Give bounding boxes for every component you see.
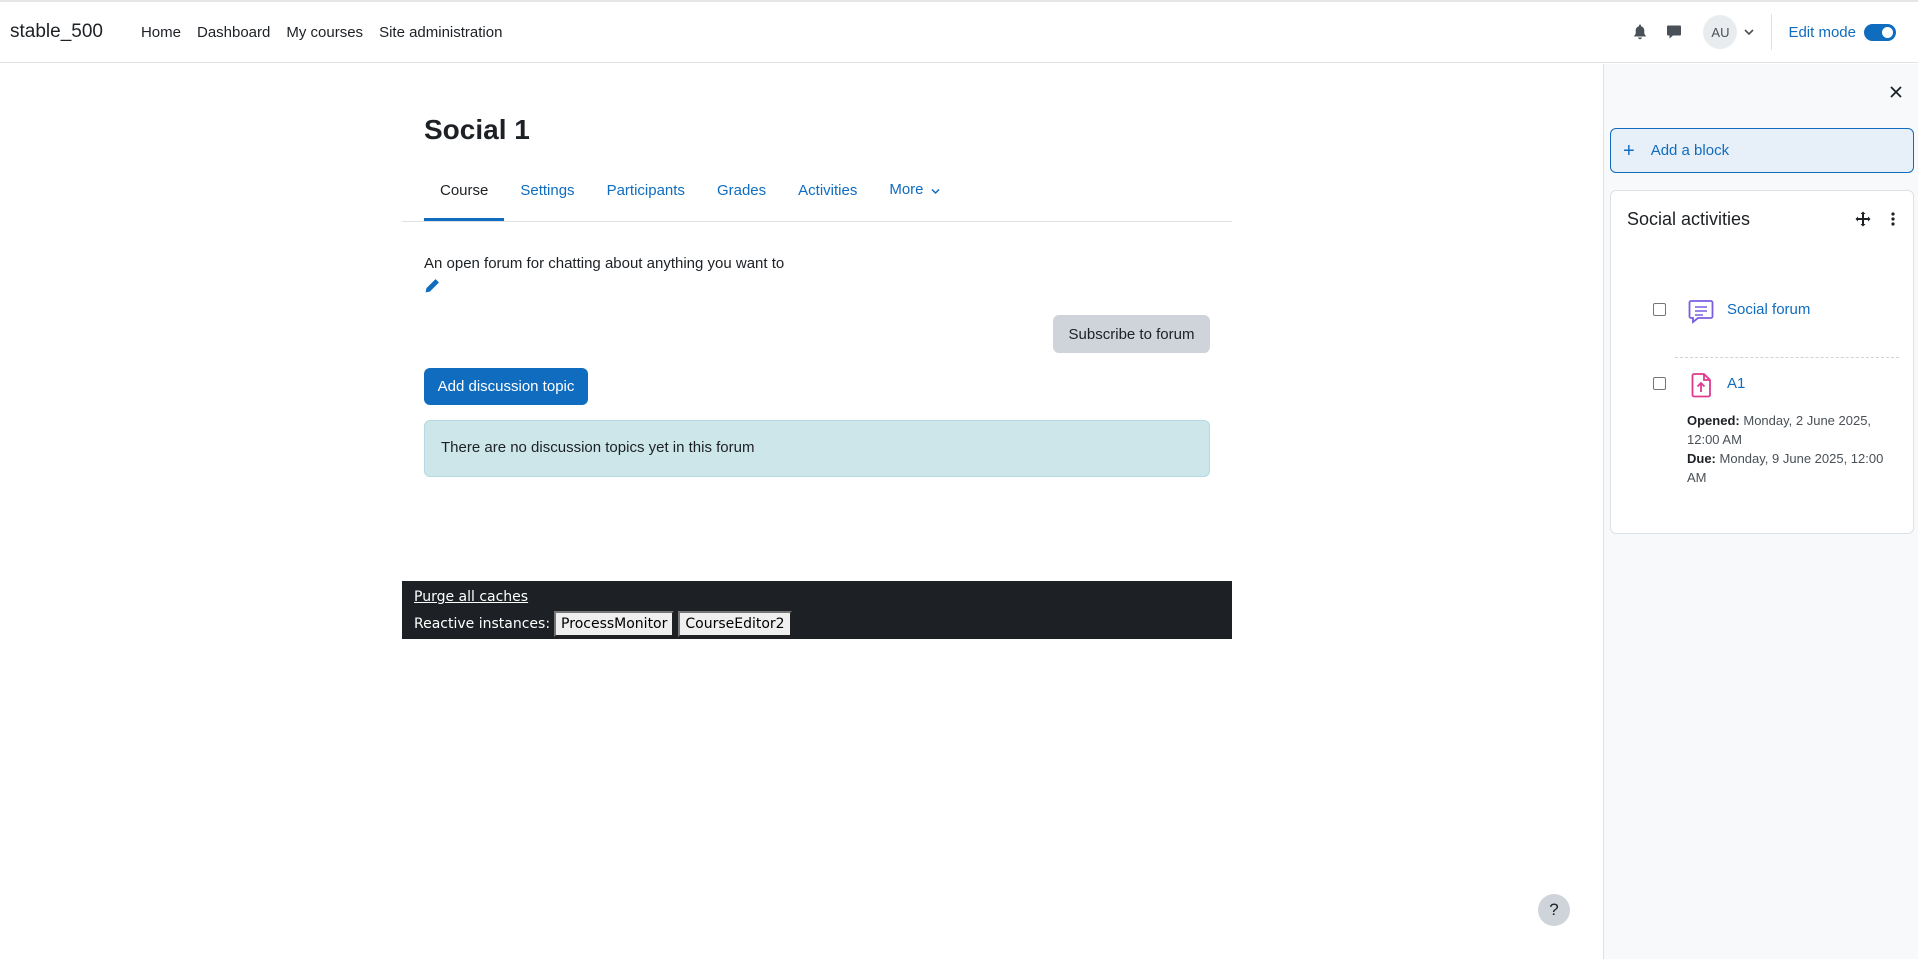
tab-more[interactable]: More — [873, 181, 955, 221]
due-date: Due: Monday, 9 June 2025, 12:00 AM — [1687, 449, 1897, 487]
add-a-block-button[interactable]: + Add a block — [1610, 128, 1914, 173]
social-activities-block: Social activities Social forum A1 Opened… — [1610, 190, 1914, 534]
user-avatar[interactable]: AU — [1703, 15, 1738, 49]
process-monitor-button[interactable]: ProcessMonitor — [554, 611, 675, 637]
close-drawer-icon[interactable] — [1886, 82, 1906, 102]
nav-site-administration[interactable]: Site administration — [371, 24, 510, 41]
activity-select-checkbox[interactable] — [1653, 377, 1666, 390]
tab-more-label: More — [889, 181, 924, 199]
block-actions-kebab-icon[interactable] — [1885, 211, 1903, 229]
reactive-instances-row: Reactive instances: ProcessMonitor Cours… — [414, 611, 1220, 637]
messages-chat-icon[interactable] — [1659, 17, 1689, 47]
a1-assignment-link[interactable]: A1 — [1727, 375, 1745, 392]
navbar-divider — [1771, 14, 1773, 50]
activity-separator — [1675, 357, 1899, 358]
opened-date: Opened: Monday, 2 June 2025, 12:00 AM — [1687, 411, 1897, 449]
block-title: Social activities — [1627, 209, 1751, 229]
subscribe-to-forum-button[interactable]: Subscribe to forum — [1053, 315, 1210, 353]
due-label: Due: — [1687, 451, 1716, 466]
add-a-block-label: Add a block — [1650, 142, 1730, 159]
tab-course[interactable]: Course — [424, 182, 505, 221]
forum-icon — [1687, 297, 1715, 325]
move-arrows-icon[interactable] — [1855, 211, 1873, 229]
no-topics-notice: There are no discussion topics yet in th… — [424, 420, 1210, 477]
nav-dashboard[interactable]: Dashboard — [189, 24, 278, 41]
activity-select-checkbox[interactable] — [1653, 303, 1666, 316]
tab-participants[interactable]: Participants — [591, 182, 701, 221]
primary-navigation: Home Dashboard My courses Site administr… — [133, 24, 511, 41]
tab-activities[interactable]: Activities — [782, 182, 873, 221]
user-menu-chevron-down-icon[interactable] — [1739, 22, 1759, 42]
due-value: Monday, 9 June 2025, 12:00 AM — [1687, 451, 1884, 485]
assignment-upload-icon — [1687, 371, 1715, 399]
forum-intro: An open forum for chatting about anythin… — [424, 255, 785, 272]
course-editor2-button[interactable]: CourseEditor2 — [678, 611, 792, 637]
opened-label: Opened: — [1687, 413, 1740, 428]
reactive-instances-label: Reactive instances: — [414, 616, 551, 632]
notifications-bell-icon[interactable] — [1625, 17, 1655, 47]
site-brand[interactable]: stable_500 — [10, 21, 103, 43]
main-content: Social 1 Course Settings Participants Gr… — [0, 64, 1603, 959]
tab-settings[interactable]: Settings — [504, 182, 590, 221]
nav-my-courses[interactable]: My courses — [278, 24, 371, 41]
navbar-user-area: AU Edit mode — [1623, 2, 1918, 62]
edit-pencil-icon[interactable] — [424, 278, 442, 296]
add-discussion-topic-button[interactable]: Add discussion topic — [424, 368, 588, 405]
more-chevron-down-icon — [931, 182, 940, 199]
a1-dates: Opened: Monday, 2 June 2025, 12:00 AM Du… — [1687, 411, 1897, 487]
edit-mode-toggle[interactable] — [1864, 23, 1896, 41]
edit-mode-label: Edit mode — [1788, 23, 1856, 41]
page-title: Social 1 — [424, 114, 530, 145]
top-navbar: stable_500 Home Dashboard My courses Sit… — [0, 0, 1918, 63]
course-secondary-nav: Course Settings Participants Grades Acti… — [402, 174, 1232, 222]
social-forum-link[interactable]: Social forum — [1727, 301, 1810, 318]
block-drawer: + Add a block Social activities Social f… — [1603, 64, 1918, 959]
help-button[interactable]: ? — [1538, 894, 1570, 926]
tab-grades[interactable]: Grades — [701, 182, 782, 221]
purge-all-caches-link[interactable]: Purge all caches — [414, 589, 1220, 605]
plus-icon: + — [1623, 139, 1635, 162]
nav-home[interactable]: Home — [133, 24, 189, 41]
developer-footer: Purge all caches Reactive instances: Pro… — [402, 581, 1232, 639]
